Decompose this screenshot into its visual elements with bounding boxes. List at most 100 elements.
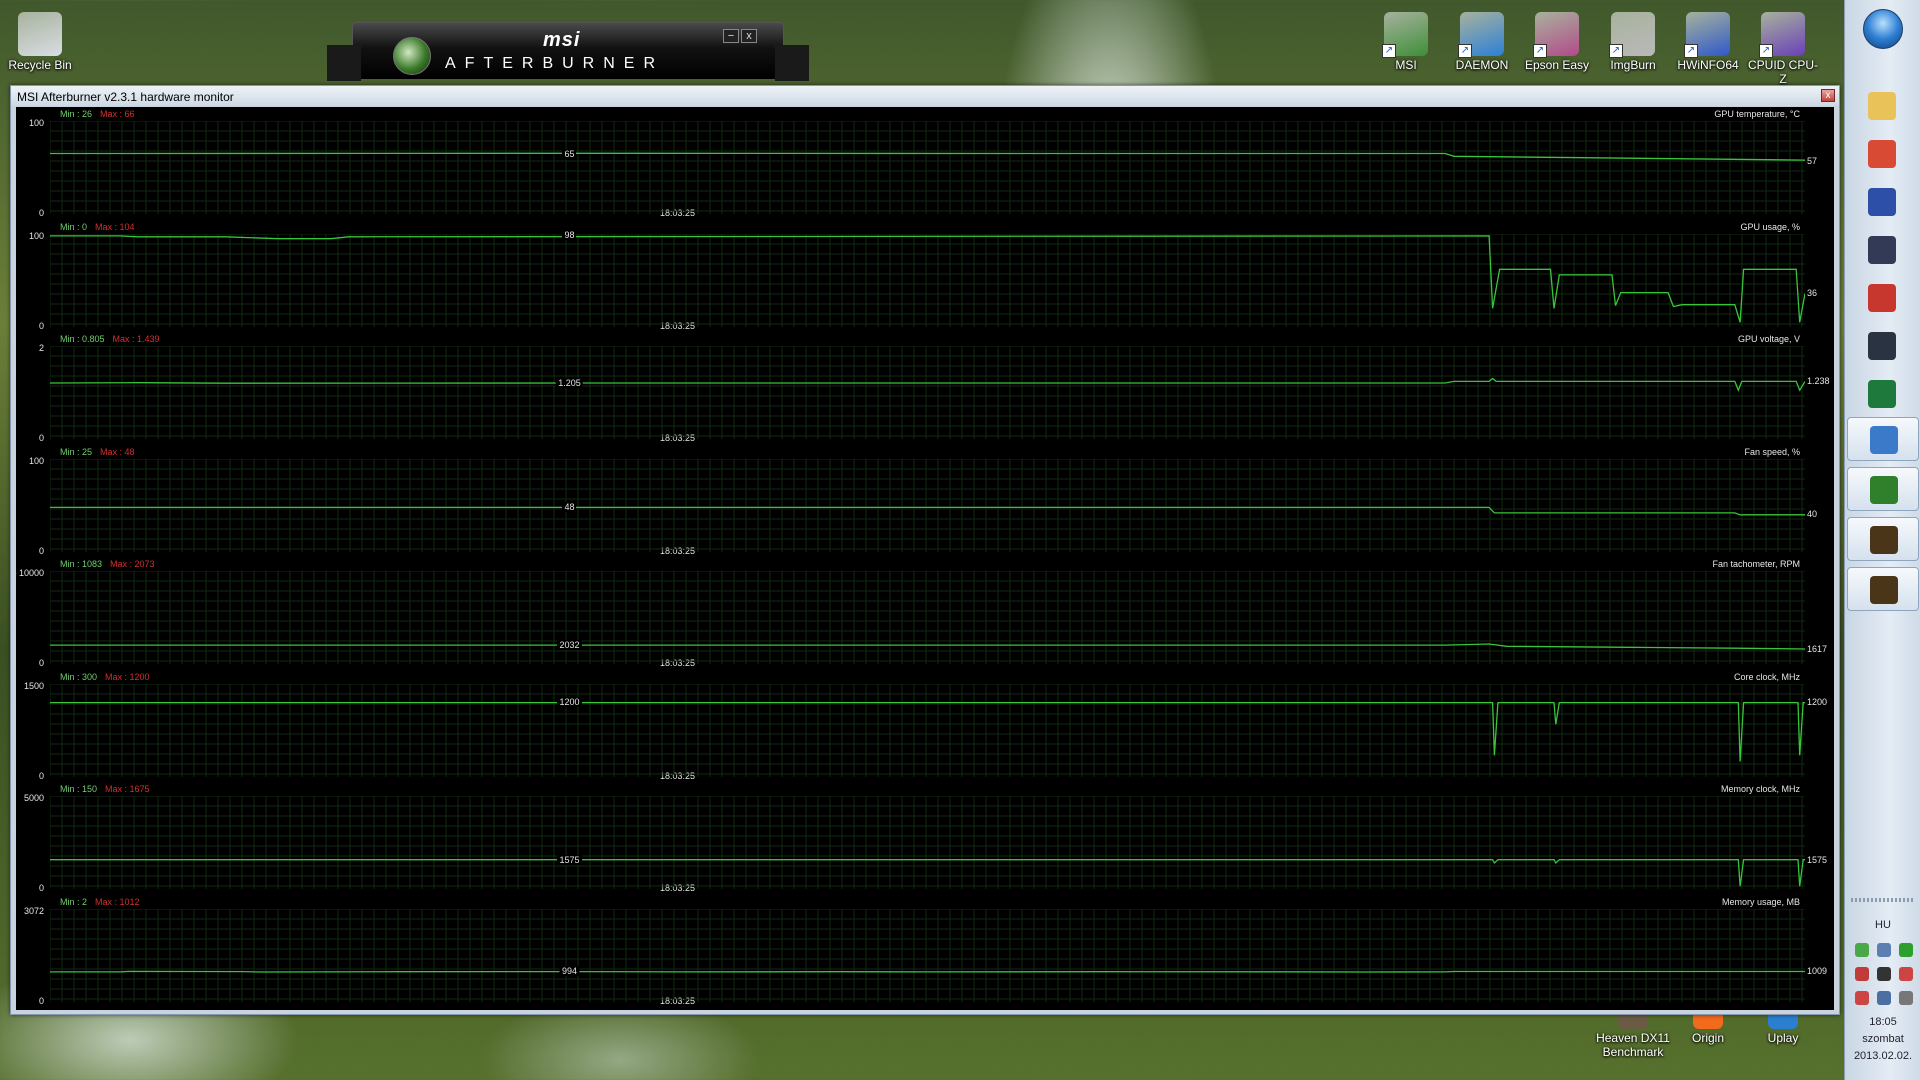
- desktop-icon[interactable]: ↗ ImgBurn: [1595, 6, 1671, 72]
- graph-line: [50, 859, 1805, 887]
- graph-plot[interactable]: [50, 233, 1805, 327]
- floppy-icon: [1868, 188, 1896, 216]
- graph-panel[interactable]: Min : 2 Max : 1012 Memory usage, MB 3072 0 18…: [16, 895, 1834, 1007]
- graph-plot[interactable]: [50, 683, 1805, 777]
- clock-time[interactable]: 18:05: [1845, 1015, 1920, 1030]
- graph-y-max: 100: [28, 230, 44, 241]
- taskbar-button-ccleaner[interactable]: [1859, 278, 1905, 318]
- graph-title: Memory clock, MHz: [1720, 784, 1800, 794]
- graph-panel[interactable]: Min : 1083 Max : 2073 Fan tachometer, RPM 1…: [16, 557, 1834, 669]
- paint-icon: [1870, 426, 1898, 454]
- graph-line: [50, 234, 1805, 322]
- graph-max-label: Max : 1012: [95, 896, 140, 907]
- graph-panel[interactable]: Min : 0.805 Max : 1.439 GPU voltage, V 2 0 18…: [16, 332, 1834, 444]
- desktop-icon[interactable]: ↗ HWiNFO64: [1670, 6, 1746, 72]
- desktop-icon[interactable]: ↗ CPUID CPU-Z: [1745, 6, 1821, 86]
- graph-current-value: 36: [1807, 288, 1818, 299]
- graph-svg: [50, 683, 1805, 777]
- graph-area[interactable]: Min : 26 Max : 66 GPU temperature, °C 100 0 1…: [16, 107, 1834, 1010]
- monitor-tray-icon[interactable]: [1877, 991, 1891, 1005]
- desktop-icon[interactable]: Recycle Bin: [2, 6, 78, 72]
- graph-min-label: Min : 150: [60, 784, 98, 794]
- window-close-button[interactable]: x: [1821, 89, 1835, 102]
- taskbar-button-paint[interactable]: [1847, 417, 1919, 461]
- graph-min-label: Min : 300: [60, 671, 98, 682]
- taskbar-button-game1[interactable]: [1847, 517, 1919, 561]
- taskbar-button-explorer[interactable]: [1859, 86, 1905, 126]
- shortcut-arrow-icon: ↗: [1609, 44, 1623, 58]
- graph-minmax: Min : 2 Max : 1012: [60, 897, 140, 907]
- graph-minmax: Min : 0 Max : 104: [60, 222, 135, 232]
- afterburner-icon: [1870, 476, 1898, 504]
- graph-panel[interactable]: Min : 0 Max : 104 GPU usage, % 100 0 18:03:25…: [16, 220, 1834, 332]
- graph-y-max: 100: [28, 118, 44, 128]
- taskbar-button-chrome[interactable]: [1859, 134, 1905, 174]
- taskbar-button-game2[interactable]: [1847, 567, 1919, 611]
- graph-panel[interactable]: Min : 300 Max : 1200 Core clock, MHz 1500 0 1…: [16, 670, 1834, 782]
- language-indicator[interactable]: HU: [1845, 919, 1920, 931]
- hardware-monitor-window[interactable]: MSI Afterburner v2.3.1 hardware monitor …: [10, 85, 1840, 1015]
- game-icon: [1870, 526, 1898, 554]
- graph-y-min: 0: [38, 320, 44, 331]
- skin-close-button[interactable]: x: [741, 29, 757, 43]
- speaker-icon[interactable]: [1899, 991, 1913, 1005]
- graph-plot[interactable]: [50, 346, 1805, 439]
- title-bar[interactable]: MSI Afterburner v2.3.1 hardware monitor …: [11, 86, 1839, 106]
- graph-line: [50, 152, 1805, 161]
- desktop-icon-label: DAEMON: [1455, 58, 1509, 72]
- taskbar-button-media[interactable]: [1859, 230, 1905, 270]
- desktop-icon[interactable]: ↗ Epson Easy: [1519, 6, 1595, 72]
- skin-minimize-button[interactable]: −: [723, 29, 739, 43]
- network-icon[interactable]: [1855, 943, 1869, 957]
- desktop-icon[interactable]: ↗ DAEMON: [1444, 6, 1520, 72]
- graph-current-value: 1575: [1807, 854, 1828, 865]
- graph-plot[interactable]: [50, 458, 1805, 552]
- desktop-icon-label: Uplay: [1767, 1031, 1799, 1045]
- desktop-icon[interactable]: ↗ MSI: [1368, 6, 1444, 72]
- taskbar[interactable]: HU 18:05 szombat 2013.02.02.: [1844, 0, 1920, 1080]
- steam-tray-icon[interactable]: [1877, 967, 1891, 981]
- media-player-icon: [1868, 236, 1896, 264]
- taskbar-button-afterburner[interactable]: [1847, 467, 1919, 511]
- graph-y-max: 2: [38, 343, 44, 353]
- graph-max-label: Max : 1200: [105, 671, 150, 682]
- graph-panel[interactable]: Min : 25 Max : 48 Fan speed, % 100 0 18:03:25…: [16, 445, 1834, 557]
- graph-y-min: 0: [38, 433, 44, 443]
- warning-icon[interactable]: [1899, 967, 1913, 981]
- graph-minmax: Min : 300 Max : 1200: [60, 672, 150, 682]
- taskbar-button-excel[interactable]: [1859, 374, 1905, 414]
- game-icon: [1870, 576, 1898, 604]
- graph-svg: [50, 908, 1805, 1002]
- graph-plot[interactable]: [50, 908, 1805, 1002]
- chrome-icon: [1868, 140, 1896, 168]
- graph-line: [50, 643, 1805, 650]
- graph-panel[interactable]: Min : 150 Max : 1675 Memory clock, MHz 5000…: [16, 782, 1834, 894]
- action-center-icon[interactable]: [1855, 991, 1869, 1005]
- graph-panel[interactable]: Min : 26 Max : 66 GPU temperature, °C 100 0 1…: [16, 107, 1834, 219]
- taskbar-button-save[interactable]: [1859, 182, 1905, 222]
- volume-icon[interactable]: [1855, 967, 1869, 981]
- cpuz-icon: ↗: [1759, 12, 1805, 58]
- graph-mid-value: 994: [559, 966, 579, 977]
- start-button[interactable]: [1863, 9, 1903, 49]
- graph-plot[interactable]: [50, 571, 1805, 664]
- clock-date[interactable]: 2013.02.02.: [1845, 1049, 1920, 1064]
- graph-mid-value: 48: [562, 501, 577, 512]
- graph-plot[interactable]: [50, 121, 1805, 214]
- graph-svg: [50, 458, 1805, 552]
- graph-min-label: Min : 0: [60, 221, 88, 232]
- graph-svg: [50, 233, 1805, 327]
- clock-day[interactable]: szombat: [1845, 1032, 1920, 1047]
- taskbar-grip[interactable]: [1851, 898, 1915, 902]
- taskbar-button-steam[interactable]: [1859, 326, 1905, 366]
- power-icon[interactable]: [1899, 943, 1913, 957]
- graph-plot[interactable]: [50, 796, 1805, 889]
- graph-current-value: 1617: [1807, 643, 1828, 654]
- graph-svg: [50, 346, 1805, 439]
- afterburner-skin[interactable]: msi AFTERBURNER − x: [327, 22, 809, 81]
- display-icon[interactable]: [1877, 943, 1891, 957]
- graph-minmax: Min : 150 Max : 1675: [60, 784, 150, 794]
- graph-minmax: Min : 1083 Max : 2073: [60, 559, 155, 569]
- graph-min-label: Min : 2: [60, 896, 88, 907]
- msi-logo: msi: [543, 29, 581, 51]
